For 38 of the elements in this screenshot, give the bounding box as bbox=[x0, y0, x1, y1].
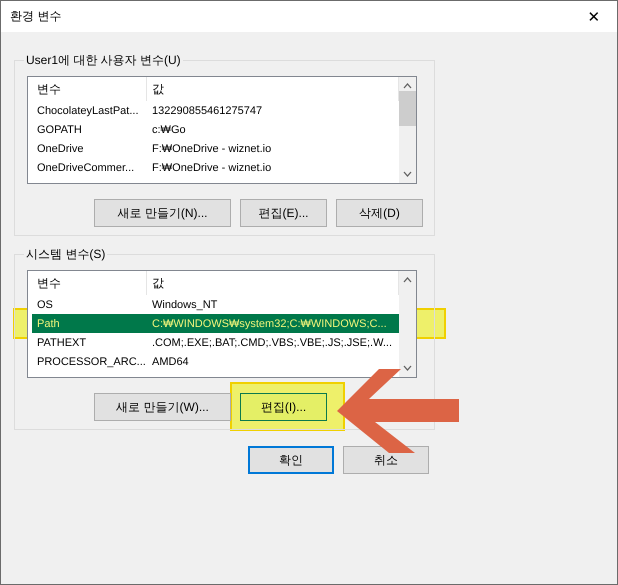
variable-row[interactable]: OneDrive F:₩OneDrive - wiznet.io bbox=[32, 139, 399, 158]
variable-value: F:₩OneDrive - wiznet.io bbox=[151, 142, 272, 154]
variable-value: .COM;.EXE;.BAT;.CMD;.VBS;.VBE;.JS;.JSE;.W... bbox=[151, 336, 394, 348]
variable-value: Windows_NT bbox=[151, 298, 218, 310]
action-button[interactable]: 삭제(D) bbox=[336, 199, 423, 227]
variable-name: ChocolateyLastPat... bbox=[36, 104, 140, 116]
action-button[interactable]: 새로 만들기(W)... bbox=[94, 393, 231, 421]
variable-value: F:₩OneDrive - wiznet.io bbox=[151, 162, 272, 174]
variable-value: c:₩Go bbox=[151, 124, 187, 136]
variable-row[interactable]: ChocolateyLastPat... 132290855461275747 bbox=[32, 101, 399, 120]
variable-list[interactable]: 변수 값 ChocolateyLastPat... 132290855461275747 GOPATH c:₩Go OneDrive F:₩OneDrive - wiznet.io OneDriveCommer... F:₩OneDrive - wiznet.io bbox=[27, 76, 417, 184]
variable-name: PATHEXT bbox=[36, 336, 88, 348]
variable-name: PROCESSOR_ARC... bbox=[36, 356, 147, 368]
action-button[interactable]: 편집(I)... bbox=[240, 393, 327, 421]
action-button[interactable]: 새로 만들기(N)... bbox=[94, 199, 231, 227]
variable-name: GOPATH bbox=[36, 124, 83, 136]
variable-name: OS bbox=[36, 298, 54, 310]
variable-value: AMD64 bbox=[151, 356, 190, 368]
window-title: 환경 변수 bbox=[10, 8, 62, 25]
variable-name: OneDriveCommer... bbox=[36, 162, 136, 174]
variable-name: Path bbox=[36, 318, 61, 330]
variable-value: 132290855461275747 bbox=[151, 104, 264, 116]
ok-button[interactable]: 확인 bbox=[248, 446, 334, 474]
variable-row[interactable]: OneDriveCommer... F:₩OneDrive - wiznet.io bbox=[32, 158, 399, 177]
variable-name: OneDrive bbox=[36, 142, 84, 154]
cancel-button[interactable]: 취소 bbox=[343, 446, 429, 474]
variable-row[interactable]: PATHEXT .COM;.EXE;.BAT;.CMD;.VBS;.VBE;.JS;.JSE;.W... bbox=[32, 333, 399, 352]
variable-row[interactable]: GOPATH c:₩Go bbox=[32, 120, 399, 139]
variable-list[interactable]: 변수 값 OS Windows_NT Path C:₩WINDOWS₩system32;C:₩WINDOWS;C... PATHEXT .COM;.EXE;.BAT;.CMD;.VBS;.VBE;.JS;.JSE;.W... PROCESSOR_ARC... AMD64 bbox=[27, 270, 417, 378]
variable-value: C:₩WINDOWS₩system32;C:₩WINDOWS;C... bbox=[151, 318, 388, 330]
group-title: User1에 대한 사용자 변수(U) bbox=[25, 52, 182, 69]
column-header[interactable]: 변수 bbox=[32, 77, 147, 101]
variable-row[interactable]: Path C:₩WINDOWS₩system32;C:₩WINDOWS;C... bbox=[32, 314, 399, 333]
column-header[interactable]: 변수 bbox=[32, 271, 147, 295]
variable-row[interactable]: PROCESSOR_ARC... AMD64 bbox=[32, 352, 399, 371]
action-button[interactable]: 편집(E)... bbox=[240, 199, 327, 227]
group-title: 시스템 변수(S) bbox=[25, 246, 106, 263]
variable-row[interactable]: OS Windows_NT bbox=[32, 295, 399, 314]
